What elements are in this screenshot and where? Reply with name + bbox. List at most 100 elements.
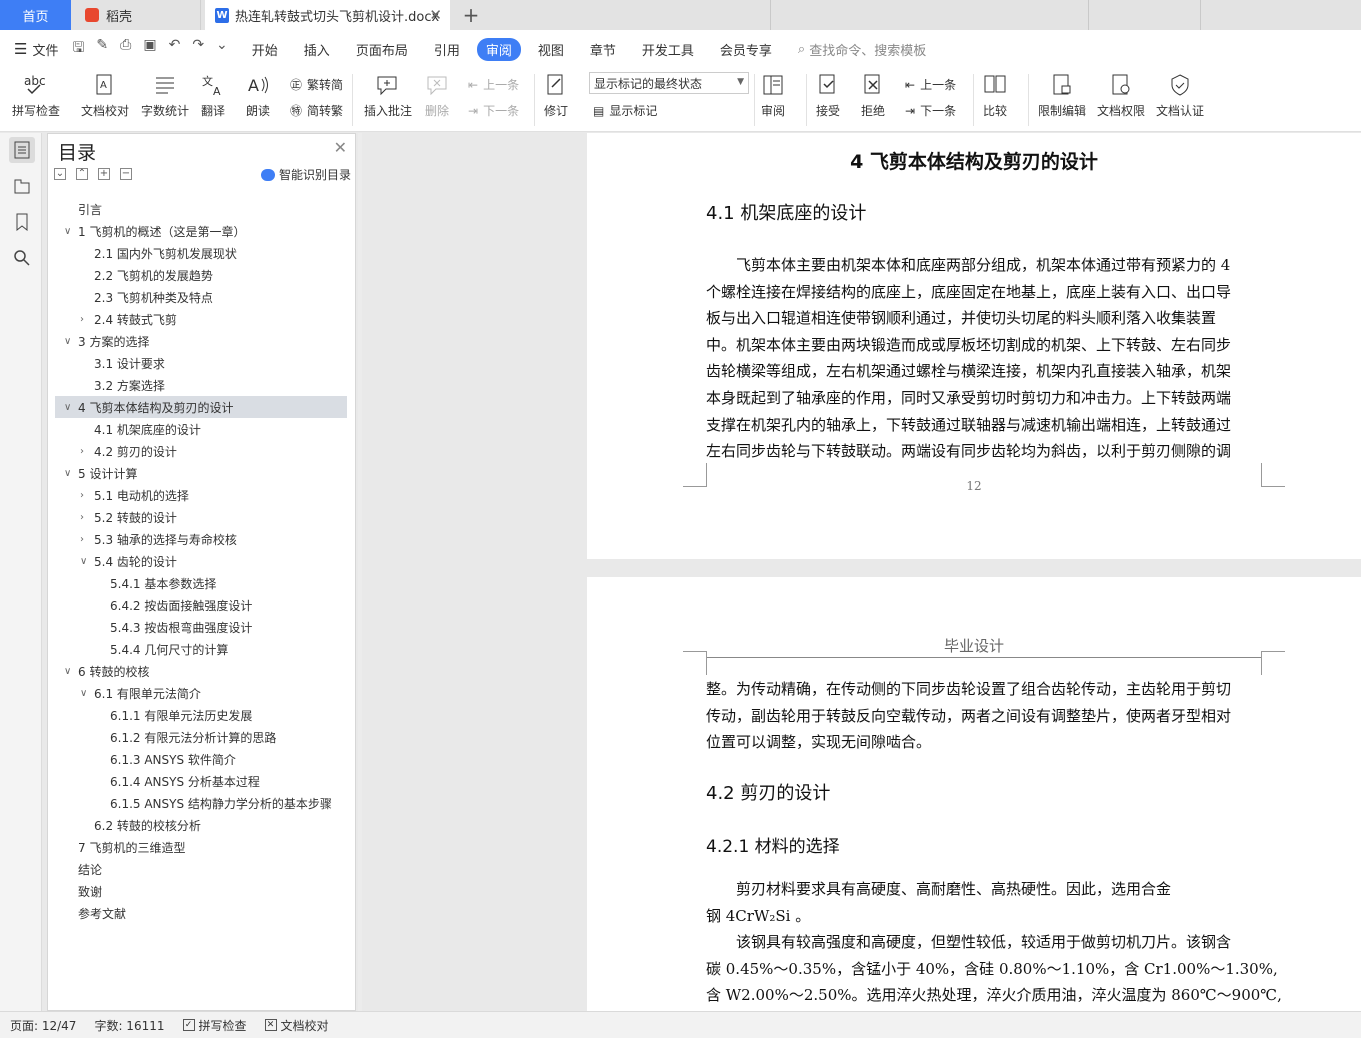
menu-start[interactable]: 开始 — [252, 40, 278, 59]
save-icon[interactable]: 🖫 — [72, 37, 84, 61]
reject-button[interactable]: 拒绝 — [860, 72, 886, 119]
chevron-down-icon[interactable]: ∨ — [64, 226, 78, 237]
page-indicator[interactable]: 页面: 12/47 — [10, 1017, 76, 1034]
outline-panel-icon[interactable] — [9, 173, 35, 199]
close-tab-icon[interactable]: ✕ — [429, 6, 442, 24]
toc-item[interactable]: › 5.2 转鼓的设计 — [48, 506, 348, 528]
translate-button[interactable]: 文A 翻译 — [200, 72, 226, 119]
chevron-down-icon[interactable]: ∨ — [64, 336, 78, 347]
tab-home[interactable]: 首页 — [0, 0, 71, 30]
toc-item[interactable]: ∨ 5.4 齿轮的设计 — [48, 550, 348, 572]
chevron-down-icon[interactable]: ∨ — [64, 402, 78, 413]
word-count-button[interactable]: 字数统计 — [141, 72, 189, 119]
redo-icon[interactable]: ↷ — [192, 37, 204, 61]
remove-heading-icon[interactable]: − — [120, 168, 132, 180]
menu-member[interactable]: 会员专享 — [720, 40, 772, 59]
chevron-right-icon[interactable]: › — [80, 446, 94, 457]
toc-item[interactable]: ∨ 5 设计计算 — [48, 462, 348, 484]
next-comment-button[interactable]: ⇥ 下一条 — [468, 102, 519, 119]
menu-references[interactable]: 引用 — [434, 40, 460, 59]
toc-item[interactable]: 6.4.2 按齿面接触强度设计 — [48, 594, 348, 616]
print-preview-icon[interactable]: ▣ — [143, 37, 156, 61]
toc-item[interactable]: 6.2 转鼓的校核分析 — [48, 814, 348, 836]
tab-document[interactable]: W 热连轧转鼓式切头飞剪机设计.docx ✕ — [205, 0, 450, 30]
toc-item[interactable]: ∨ 6.1 有限单元法简介 — [48, 682, 348, 704]
trad-to-simp-button[interactable]: ㊣ 繁转简 — [290, 76, 343, 93]
review-pane-button[interactable]: 审阅 — [760, 72, 786, 119]
file-menu[interactable]: ☰ 文件 — [14, 40, 58, 59]
toc-item[interactable]: 参考文献 — [48, 902, 348, 924]
menu-insert[interactable]: 插入 — [304, 40, 330, 59]
spell-check-button[interactable]: abc 拼写检查 — [12, 72, 60, 119]
expand-all-icon[interactable]: ⌄ — [54, 168, 66, 180]
toc-item[interactable]: 7 飞剪机的三维造型 — [48, 836, 348, 858]
doc-permission-button[interactable]: 文档权限 — [1097, 72, 1145, 119]
new-tab-button[interactable]: + — [458, 0, 484, 30]
toc-item[interactable]: 3.2 方案选择 — [48, 374, 348, 396]
toc-item[interactable]: 6.1.5 ANSYS 结构静力学分析的基本步骤 — [48, 792, 348, 814]
close-icon[interactable]: ✕ — [334, 138, 347, 157]
prev-change-button[interactable]: ⇤ 上一条 — [905, 76, 956, 93]
accept-button[interactable]: 接受 — [815, 72, 841, 119]
toc-item[interactable]: 6.1.3 ANSYS 软件简介 — [48, 748, 348, 770]
menu-review[interactable]: 审阅 — [476, 37, 521, 61]
insert-comment-button[interactable]: 插入批注 — [364, 72, 412, 119]
doc-certify-button[interactable]: 文档认证 — [1156, 72, 1204, 119]
toc-item[interactable]: 2.3 飞剪机种类及特点 — [48, 286, 348, 308]
format-painter-icon[interactable]: ✎ — [96, 37, 108, 61]
search-icon[interactable] — [9, 245, 35, 271]
menu-section[interactable]: 章节 — [590, 40, 616, 59]
read-aloud-button[interactable]: A 朗读 — [245, 72, 271, 119]
smart-toc-button[interactable]: 智能识别目录 — [260, 166, 351, 183]
toc-item[interactable]: › 4.2 剪刃的设计 — [48, 440, 348, 462]
word-count-indicator[interactable]: 字数: 16111 — [94, 1017, 164, 1034]
command-search[interactable]: ⌕ 查找命令、搜索模板 — [798, 40, 926, 59]
toc-item[interactable]: 4.1 机架底座的设计 — [48, 418, 348, 440]
menu-page-layout[interactable]: 页面布局 — [356, 40, 408, 59]
toc-item[interactable]: ∨ 6 转鼓的校核 — [48, 660, 348, 682]
toc-item[interactable]: 2.1 国内外飞剪机发展现状 — [48, 242, 348, 264]
chevron-right-icon[interactable]: › — [80, 490, 94, 501]
chevron-down-icon[interactable]: ∨ — [64, 468, 78, 479]
toc-item[interactable]: 3.1 设计要求 — [48, 352, 348, 374]
toc-item[interactable]: 5.4.1 基本参数选择 — [48, 572, 348, 594]
tab-docer[interactable]: 稻壳 — [71, 0, 201, 30]
restrict-editing-button[interactable]: 限制编辑 — [1038, 72, 1086, 119]
toc-item[interactable]: 5.4.3 按齿根弯曲强度设计 — [48, 616, 348, 638]
next-change-button[interactable]: ⇥ 下一条 — [905, 102, 956, 119]
chevron-right-icon[interactable]: › — [80, 314, 94, 325]
bookmark-icon[interactable] — [9, 209, 35, 235]
print-icon[interactable]: ⎙ — [120, 37, 131, 61]
collapse-all-icon[interactable]: ⌃ — [76, 168, 88, 180]
toc-item[interactable]: 2.2 飞剪机的发展趋势 — [48, 264, 348, 286]
toc-item[interactable]: ∨ 1 飞剪机的概述（这是第一章） — [48, 220, 348, 242]
add-heading-icon[interactable]: + — [98, 168, 110, 180]
toc-item[interactable]: 6.1.1 有限单元法历史发展 — [48, 704, 348, 726]
undo-icon[interactable]: ↶ — [169, 37, 181, 61]
toc-item[interactable]: 结论 — [48, 858, 348, 880]
markup-state-select[interactable]: 显示标记的最终状态 ▼ — [589, 72, 749, 94]
toc-item[interactable]: 致谢 — [48, 880, 348, 902]
doc-proof-status[interactable]: ✕ 文档校对 — [264, 1017, 329, 1034]
chevron-down-icon[interactable]: ∨ — [80, 688, 94, 699]
doc-proof-button[interactable]: A 文档校对 — [81, 72, 129, 119]
toc-item[interactable]: 6.1.4 ANSYS 分析基本过程 — [48, 770, 348, 792]
toc-item[interactable]: 6.1.2 有限元法分析计算的思路 — [48, 726, 348, 748]
toc-item[interactable]: 引言 — [48, 198, 348, 220]
spell-check-status[interactable]: ✓ 拼写检查 — [182, 1017, 247, 1034]
prev-comment-button[interactable]: ⇤ 上一条 — [468, 76, 519, 93]
toc-item[interactable]: › 5.3 轴承的选择与寿命校核 — [48, 528, 348, 550]
chevron-right-icon[interactable]: › — [80, 534, 94, 545]
show-markup-button[interactable]: ▤ 显示标记 — [593, 102, 657, 119]
track-changes-button[interactable]: 修订 — [543, 72, 569, 119]
chevron-right-icon[interactable]: › — [80, 512, 94, 523]
chevron-down-icon[interactable]: ∨ — [64, 666, 78, 677]
toc-item[interactable]: ∨ 4 飞剪本体结构及剪刃的设计 — [55, 396, 347, 418]
menu-developer[interactable]: 开发工具 — [642, 40, 694, 59]
chevron-down-icon[interactable]: ∨ — [80, 556, 94, 567]
simp-to-trad-button[interactable]: ㊕ 简转繁 — [290, 102, 343, 119]
toc-item[interactable]: › 5.1 电动机的选择 — [48, 484, 348, 506]
toc-item[interactable]: 5.4.4 几何尺寸的计算 — [48, 638, 348, 660]
toc-item[interactable]: › 2.4 转鼓式飞剪 — [48, 308, 348, 330]
delete-comment-button[interactable]: 删除 — [424, 72, 450, 119]
